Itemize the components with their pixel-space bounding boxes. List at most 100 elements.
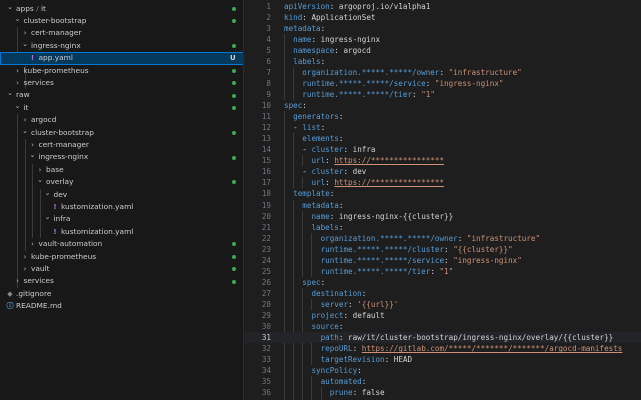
code-line[interactable]: 13 elements:: [245, 133, 641, 144]
tree-folder-overlay[interactable]: ⌄ overlay: [0, 174, 243, 188]
line-number: 18: [261, 189, 271, 199]
code-line[interactable]: 15 url: https://****************: [245, 155, 641, 166]
code-line[interactable]: 5 namespace: argocd: [245, 45, 641, 56]
code-line[interactable]: 14 - cluster: infra: [245, 144, 641, 155]
yaml-punctuation: :: [352, 344, 362, 354]
tree-folder-services[interactable]: › services: [0, 275, 243, 287]
chevron-right-icon[interactable]: ›: [14, 77, 22, 89]
chevron-down-icon[interactable]: ⌄: [44, 187, 52, 199]
tree-folder-infra[interactable]: ⌄ infra: [0, 211, 243, 225]
code-line[interactable]: 1 apiVersion: argoproj.io/v1alpha1: [245, 1, 641, 12]
code-line[interactable]: 28 server: '{{url}}': [245, 299, 641, 310]
chevron-right-icon[interactable]: ›: [21, 251, 29, 263]
code-line[interactable]: 2 kind: ApplicationSet: [245, 12, 641, 23]
line-number: 14: [261, 145, 271, 155]
tree-folder-cert-manager[interactable]: › cert-manager: [0, 27, 243, 39]
code-line[interactable]: 12 - list:: [245, 122, 641, 133]
yaml-punctuation: :: [338, 112, 344, 122]
breadcrumb-part[interactable]: apps: [16, 4, 34, 13]
code-line[interactable]: 27 destination:: [245, 288, 641, 299]
code-line[interactable]: 21 labels:: [245, 222, 641, 233]
chevron-right-icon[interactable]: ›: [14, 275, 22, 287]
tree-folder-raw[interactable]: ⌄ raw: [0, 87, 243, 101]
tree-file-app-yaml[interactable]: ! app.yaml U: [0, 52, 243, 65]
code-line[interactable]: 25 runtime.*****.*****/tier: "1": [245, 266, 641, 277]
tree-folder-kube-prometheus[interactable]: › kube-prometheus: [0, 251, 243, 263]
yaml-url[interactable]: https://gitlab.com/*****/*******/*******…: [362, 344, 623, 353]
code-text: labels:: [311, 222, 343, 233]
tree-folder-cert-manager[interactable]: › cert-manager: [0, 139, 243, 151]
tree-folder-it[interactable]: ⌄ it: [0, 100, 243, 114]
tree-item-label: kustomization.yaml: [61, 226, 134, 236]
tree-folder-kube-prometheus[interactable]: › kube-prometheus: [0, 65, 243, 77]
tree-folder-services[interactable]: › services: [0, 77, 243, 89]
chevron-down-icon[interactable]: ⌄: [21, 125, 29, 137]
yaml-value: ApplicationSet: [311, 12, 376, 22]
code-line[interactable]: 34 syncPolicy:: [245, 365, 641, 376]
tree-folder-dev[interactable]: ⌄ dev: [0, 187, 243, 201]
tree-folder-argocd[interactable]: › argocd: [0, 114, 243, 126]
chevron-down-icon[interactable]: ⌄: [21, 38, 29, 50]
chevron-down-icon[interactable]: ⌄: [6, 1, 14, 13]
yaml-url[interactable]: https://****************: [334, 156, 444, 165]
code-line[interactable]: 23 runtime.*****.*****/cluster: "{{cluste…: [245, 244, 641, 255]
tree-folder-ingress-nginx[interactable]: ⌄ ingress-nginx: [0, 149, 243, 163]
breadcrumb-part[interactable]: it: [41, 4, 46, 13]
tree-file-kustomization-yaml[interactable]: ! kustomization.yaml: [0, 226, 243, 238]
code-line[interactable]: 7 organization.*****.*****/owner: "infras…: [245, 67, 641, 78]
code-line[interactable]: 36 prune: false: [245, 387, 641, 398]
git-change-dot-icon: [232, 81, 236, 86]
code-line[interactable]: 4 name: ingress-nginx: [245, 34, 641, 45]
yaml-key: spec: [284, 101, 303, 111]
tree-file-readme-md[interactable]: ⓘ README.md: [0, 300, 243, 312]
code-editor[interactable]: 1 apiVersion: argoproj.io/v1alpha1 2 kind: …: [245, 0, 641, 400]
code-text: apiVersion: argoproj.io/v1alpha1: [284, 1, 430, 12]
code-line[interactable]: 32 repoURL: https://gitlab.com/*****/****…: [245, 343, 641, 354]
chevron-down-icon[interactable]: ⌄: [6, 87, 14, 99]
yaml-punctuation: :: [329, 1, 339, 11]
code-line[interactable]: 29 project: default: [245, 310, 641, 321]
yaml-punctuation: :: [457, 233, 467, 243]
code-line[interactable]: 19 metadata:: [245, 200, 641, 211]
code-line[interactable]: 35 automated:: [245, 376, 641, 387]
code-line[interactable]: 6 labels:: [245, 56, 641, 67]
line-number: 5: [266, 45, 271, 55]
code-line[interactable]: 17 url: https://****************: [245, 177, 641, 188]
tree-folder-vault[interactable]: › vault: [0, 263, 243, 275]
chevron-down-icon[interactable]: ⌄: [29, 149, 37, 161]
chevron-right-icon[interactable]: ›: [14, 65, 22, 77]
tree-file-gitignore[interactable]: ◆ .gitignore: [0, 288, 243, 300]
code-line[interactable]: 33 targetRevision: HEAD: [245, 354, 641, 365]
code-line[interactable]: 16 - cluster: dev: [245, 166, 641, 177]
code-line[interactable]: 18 template:: [245, 188, 641, 199]
code-line[interactable]: 26 spec:: [245, 277, 641, 288]
code-line[interactable]: 11 generators:: [245, 111, 641, 122]
code-line[interactable]: 20 name: ingress-nginx-{{cluster}}: [245, 211, 641, 222]
tree-folder-ingress-nginx[interactable]: ⌄ ingress-nginx: [0, 38, 243, 52]
tree-folder-cluster-bootstrap[interactable]: ⌄ cluster-bootstrap: [0, 13, 243, 27]
chevron-down-icon[interactable]: ⌄: [44, 211, 52, 223]
tree-folder-cluster-bootstrap[interactable]: ⌄ cluster-bootstrap: [0, 125, 243, 139]
code-line[interactable]: 8 runtime.*****.*****/service: "ingress-n…: [245, 78, 641, 89]
code-line[interactable]: 22 organization.*****.*****/owner: "infra…: [245, 233, 641, 244]
yaml-url[interactable]: https://****************: [334, 178, 444, 187]
chevron-down-icon[interactable]: ⌄: [36, 174, 44, 186]
code-line[interactable]: 9 runtime.*****.*****/tier: "1": [245, 89, 641, 100]
code-text: organization.*****.*****/owner: "infrast…: [302, 67, 521, 78]
code-line[interactable]: 30 source:: [245, 321, 641, 332]
code-line[interactable]: 31 path: raw/it/cluster-bootstrap/ingress…: [245, 332, 641, 344]
git-change-dot-icon: [232, 180, 236, 185]
code-text: labels:: [293, 56, 325, 67]
chevron-down-icon[interactable]: ⌄: [14, 13, 22, 25]
code-line[interactable]: 3 metadata:: [245, 23, 641, 34]
code-line[interactable]: 24 runtime.*****.*****/service: "ingress-…: [245, 255, 641, 266]
yaml-key: metadata: [302, 200, 339, 210]
code-line[interactable]: 10 spec:: [245, 100, 641, 111]
chevron-down-icon[interactable]: ⌄: [14, 100, 22, 112]
yaml-key: runtime.*****.*****/cluster: [320, 244, 445, 254]
tree-folder-apps-it[interactable]: ⌄ apps / it: [0, 1, 243, 15]
chevron-right-icon[interactable]: ›: [21, 263, 29, 275]
tree-folder-vault-automation[interactable]: › vault-automation: [0, 238, 243, 250]
chevron-right-icon[interactable]: ›: [29, 238, 37, 250]
tree-file-kustomization-yaml[interactable]: ! kustomization.yaml: [0, 201, 243, 213]
